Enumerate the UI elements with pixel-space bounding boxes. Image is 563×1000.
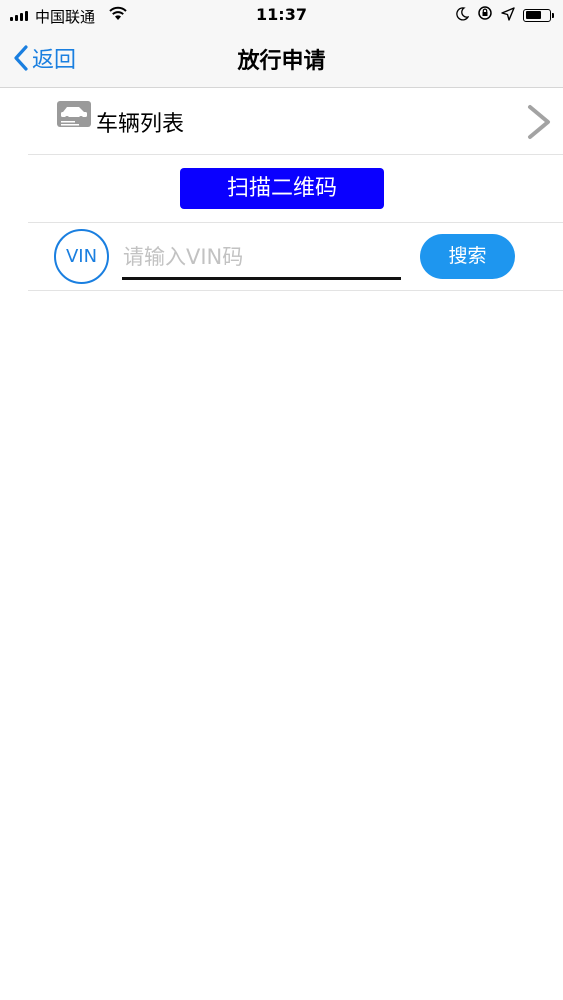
page-title: 放行申请: [237, 49, 326, 74]
vehicle-list-label: 车辆列表: [96, 112, 185, 137]
status-bar: 中国联通 11:37: [0, 0, 563, 30]
search-button[interactable]: 搜索: [420, 234, 515, 279]
scan-qr-button[interactable]: 扫描二维码: [180, 168, 384, 209]
orientation-lock-icon: [477, 5, 493, 25]
scan-row: 扫描二维码: [28, 155, 563, 223]
status-right: [455, 5, 554, 25]
battery-icon: [523, 8, 554, 22]
location-icon: [501, 6, 515, 25]
moon-icon: [455, 6, 470, 25]
vehicle-list-row[interactable]: 车辆列表: [28, 88, 563, 155]
vin-search-row: VIN 搜索: [28, 223, 563, 291]
chevron-right-icon: [527, 104, 551, 144]
navigation-bar: 返回 放行申请: [0, 30, 563, 88]
vin-badge-icon: VIN: [54, 229, 109, 284]
car-card-icon: [56, 100, 92, 132]
vin-input[interactable]: [122, 237, 401, 280]
